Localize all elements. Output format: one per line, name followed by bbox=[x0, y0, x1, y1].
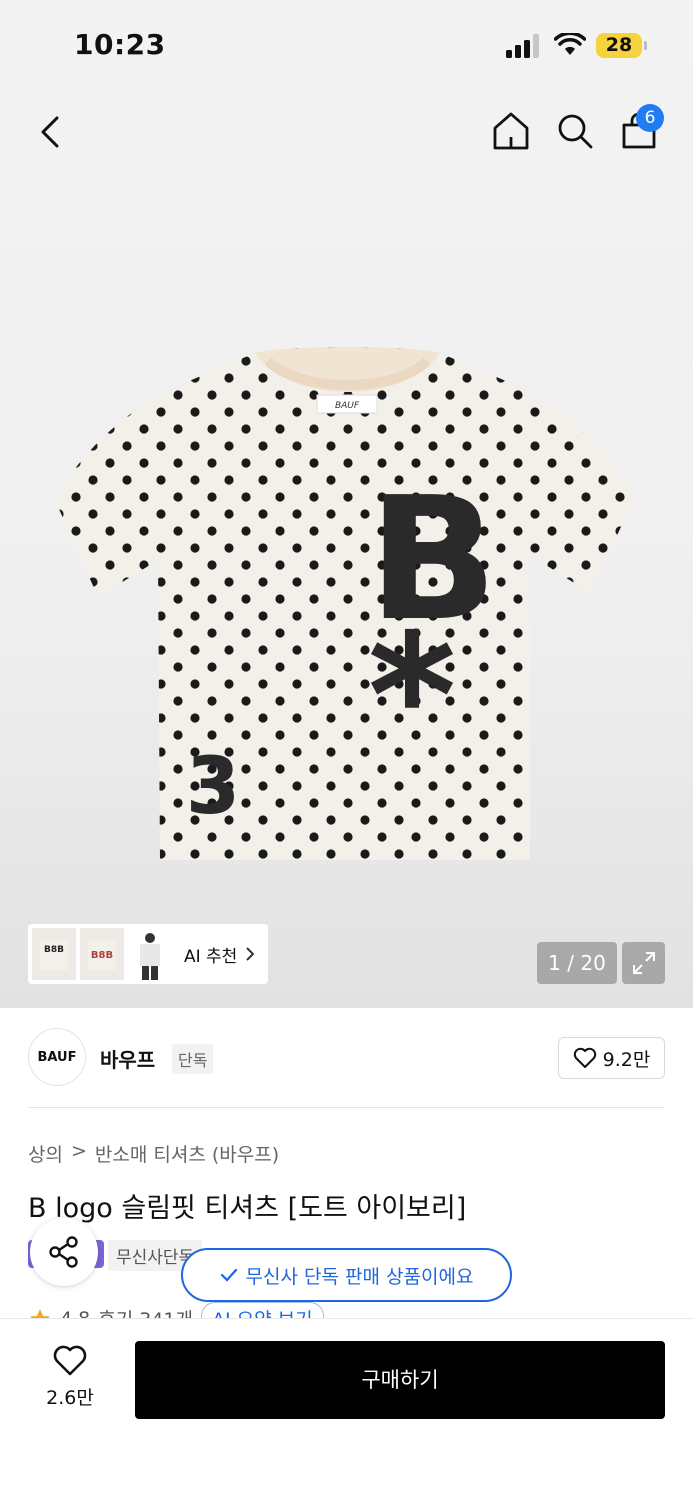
breadcrumb-separator: > bbox=[70, 1140, 87, 1162]
expand-icon bbox=[632, 952, 655, 974]
label-tag-text: BAUF bbox=[335, 401, 360, 411]
breadcrumb-category[interactable]: 상의 bbox=[28, 1140, 63, 1167]
back-button[interactable] bbox=[28, 110, 72, 154]
status-bar: 10:23 28 bbox=[0, 0, 693, 92]
heart-icon bbox=[53, 1345, 87, 1376]
thumb-print-text: B8B bbox=[91, 950, 113, 961]
exclusive-tooltip-text: 무신사 단독 판매 상품이에요 bbox=[245, 1265, 474, 1288]
back-arrow-icon bbox=[41, 116, 59, 148]
print-asterisk: * bbox=[368, 598, 457, 796]
favorite-button[interactable]: 2.6만 bbox=[28, 1345, 112, 1419]
share-icon bbox=[49, 1236, 78, 1268]
chevron-right-icon bbox=[246, 947, 255, 961]
status-time: 10:23 bbox=[74, 28, 166, 61]
breadcrumb: 상의 > 반소매 티셔츠 (바우프) bbox=[28, 1140, 279, 1167]
share-button[interactable] bbox=[30, 1218, 98, 1286]
expand-button[interactable] bbox=[622, 942, 665, 984]
battery-indicator: 28 bbox=[596, 33, 642, 58]
thumb-print-text: B8B bbox=[44, 945, 64, 955]
ai-recommend-link[interactable]: AI 추천 bbox=[184, 942, 255, 967]
brand-exclusive-tag: 단독 bbox=[172, 1044, 214, 1074]
brand-like-count: 9.2만 bbox=[602, 1048, 651, 1071]
heart-icon bbox=[573, 1047, 596, 1068]
wifi-icon bbox=[554, 33, 586, 55]
favorite-count: 2.6만 bbox=[46, 1387, 94, 1409]
ai-recommend-label: AI 추천 bbox=[184, 946, 238, 967]
signal-icon bbox=[506, 34, 539, 58]
brand-row: BAUF 바우프 단독 9.2만 bbox=[28, 1028, 665, 1088]
image-counter: 1 / 20 bbox=[537, 942, 617, 984]
search-icon bbox=[558, 114, 593, 149]
divider bbox=[28, 1107, 665, 1108]
brand-name[interactable]: 바우프 bbox=[100, 1044, 155, 1073]
brand-logo[interactable]: BAUF bbox=[28, 1028, 86, 1086]
exclusive-tooltip: 무신사 단독 판매 상품이에요 bbox=[181, 1248, 512, 1302]
product-image[interactable]: BAUF B * 3 bbox=[50, 335, 645, 870]
battery-tip bbox=[644, 41, 647, 50]
home-button[interactable] bbox=[488, 108, 534, 154]
check-icon bbox=[220, 1268, 237, 1282]
brand-like-button[interactable]: 9.2만 bbox=[558, 1037, 665, 1079]
cart-count-badge: 6 bbox=[636, 104, 664, 132]
buy-button[interactable]: 구매하기 bbox=[135, 1341, 665, 1419]
bottom-action-bar: 2.6만 구매하기 bbox=[0, 1318, 693, 1500]
thumbnail-3[interactable] bbox=[128, 928, 172, 980]
search-button[interactable] bbox=[552, 108, 598, 154]
thumbnail-1[interactable]: B8B bbox=[32, 928, 76, 980]
home-icon bbox=[493, 112, 529, 150]
thumbnail-strip[interactable]: B8B B8B AI 추천 bbox=[28, 924, 268, 984]
thumbnail-2[interactable]: B8B bbox=[80, 928, 124, 980]
breadcrumb-subcategory[interactable]: 반소매 티셔츠 (바우프) bbox=[95, 1140, 279, 1167]
top-nav bbox=[0, 92, 693, 172]
product-title: B logo 슬림핏 티셔츠 [도트 아이보리] bbox=[28, 1193, 467, 1224]
print-number-3: 3 bbox=[186, 742, 240, 832]
